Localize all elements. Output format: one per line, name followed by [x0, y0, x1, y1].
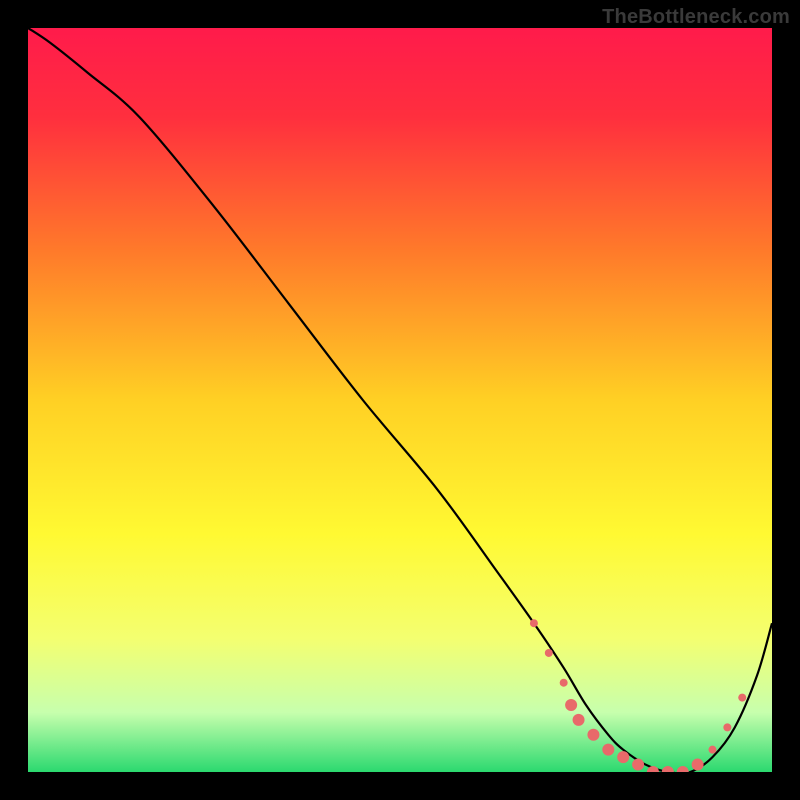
gradient-background — [28, 28, 772, 772]
marker-dot — [587, 729, 599, 741]
marker-dot — [708, 746, 716, 754]
marker-dot — [545, 649, 553, 657]
marker-dot — [565, 699, 577, 711]
marker-dot — [692, 759, 704, 771]
marker-dot — [723, 723, 731, 731]
marker-dot — [530, 619, 538, 627]
marker-dot — [573, 714, 585, 726]
marker-dot — [617, 751, 629, 763]
marker-dot — [602, 744, 614, 756]
plot-area — [28, 28, 772, 772]
marker-dot — [738, 694, 746, 702]
chart-container: TheBottleneck.com — [0, 0, 800, 800]
marker-dot — [632, 759, 644, 771]
marker-dot — [560, 679, 568, 687]
chart-svg — [28, 28, 772, 772]
watermark-text: TheBottleneck.com — [602, 6, 790, 29]
